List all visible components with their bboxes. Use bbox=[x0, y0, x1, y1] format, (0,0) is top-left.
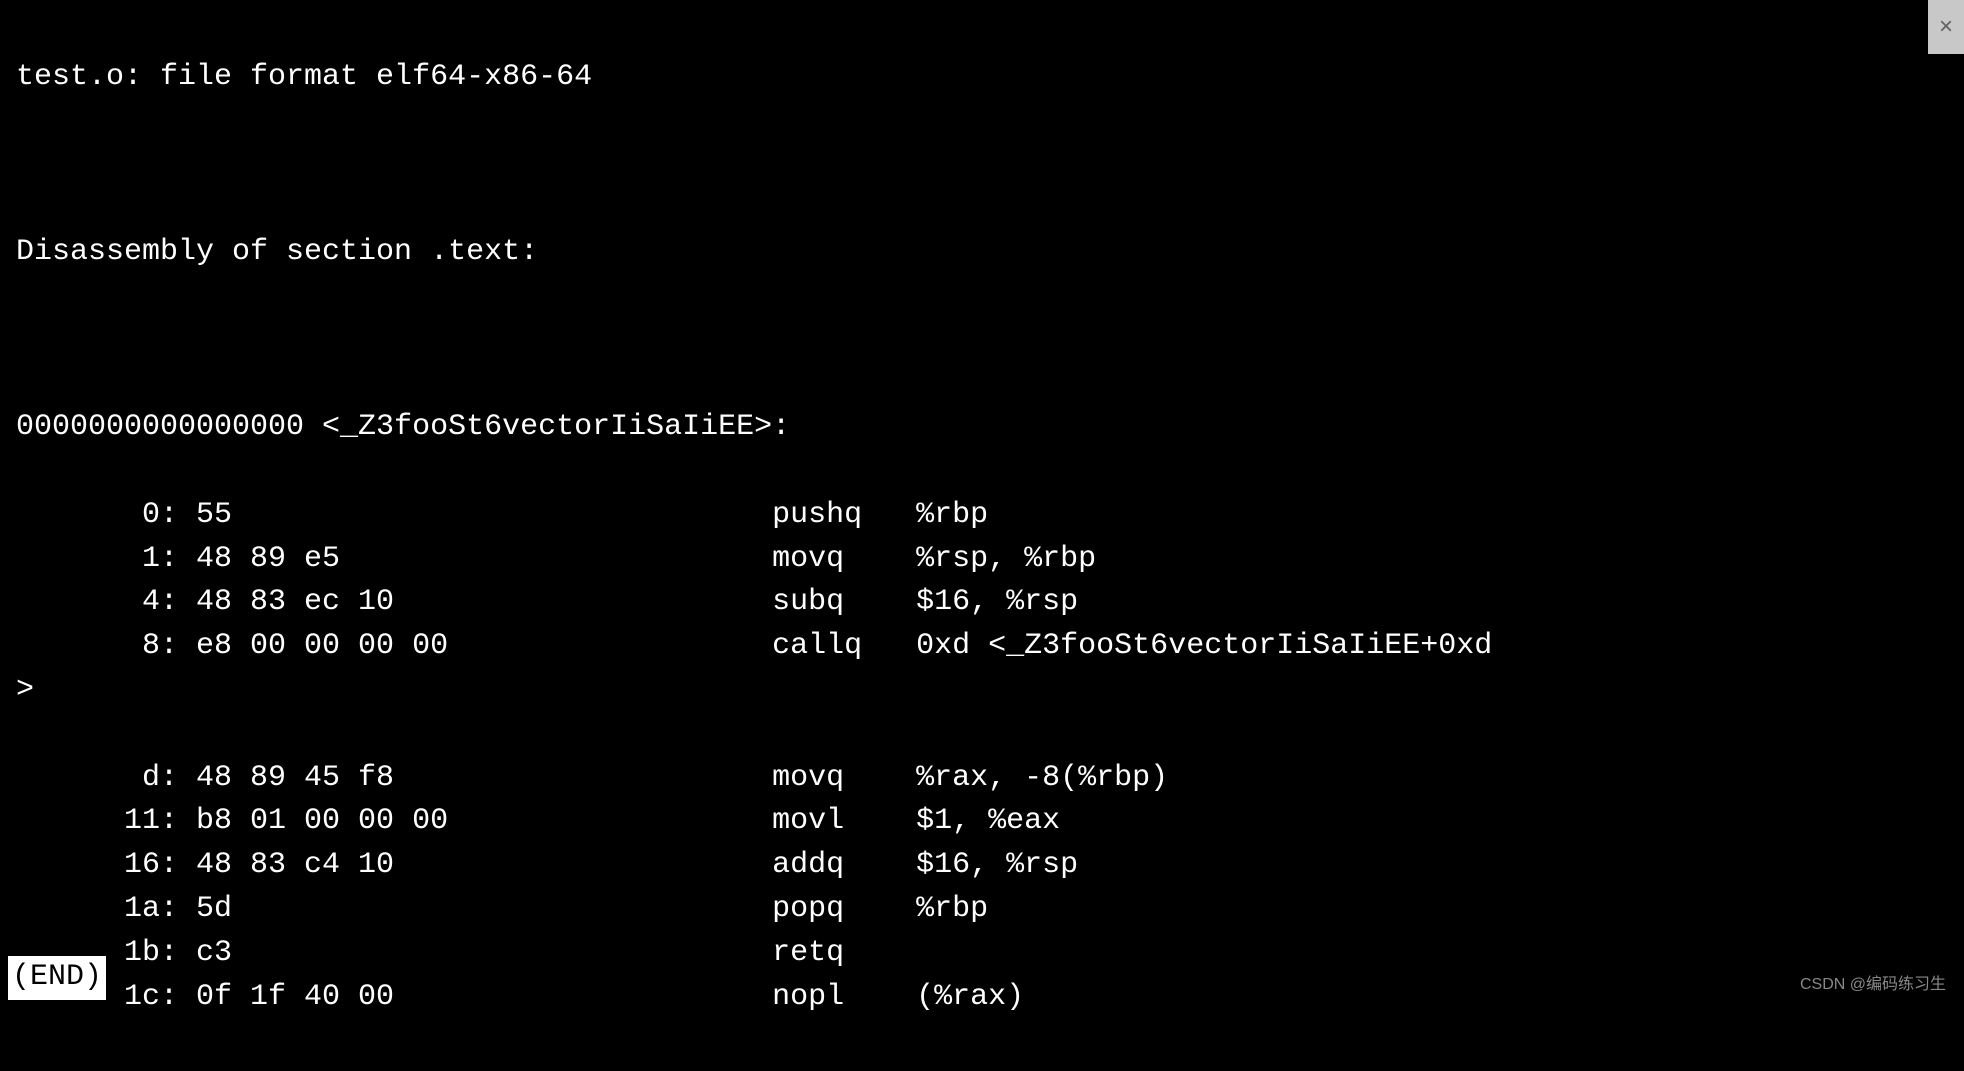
symbol-line: 0000000000000000 <_Z3fooSt6vectorIiSaIiE… bbox=[16, 406, 1956, 450]
file-format-line: test.o: file format elf64-x86-64 bbox=[16, 56, 1956, 100]
disasm-row: 8: e8 00 00 00 00 callq 0xd <_Z3fooSt6ve… bbox=[16, 625, 1956, 669]
instruction-rows: 0: 55 pushq %rbp 1: 48 89 e5 movq %rsp, … bbox=[16, 494, 1956, 1020]
wrap-continuation: > bbox=[16, 669, 1956, 713]
disasm-row: 1a: 5d popq %rbp bbox=[16, 888, 1956, 932]
blank bbox=[16, 713, 1956, 757]
pager-end-marker: (END) bbox=[8, 956, 106, 1000]
watermark: CSDN @编码练习生 bbox=[1800, 973, 1946, 996]
disasm-row: 16: 48 83 c4 10 addq $16, %rsp bbox=[16, 844, 1956, 888]
disasm-row: 1c: 0f 1f 40 00 nopl (%rax) bbox=[16, 976, 1956, 1020]
close-icon: × bbox=[1939, 9, 1953, 44]
blank bbox=[16, 143, 1956, 187]
disasm-row: 11: b8 01 00 00 00 movl $1, %eax bbox=[16, 800, 1956, 844]
disasm-row: 1b: c3 retq bbox=[16, 932, 1956, 976]
blank bbox=[16, 319, 1956, 363]
section-heading: Disassembly of section .text: bbox=[16, 231, 1956, 275]
disasm-row: 4: 48 83 ec 10 subq $16, %rsp bbox=[16, 581, 1956, 625]
close-button[interactable]: × bbox=[1928, 0, 1964, 54]
disasm-row: 0: 55 pushq %rbp bbox=[16, 494, 1956, 538]
disasm-row: 1: 48 89 e5 movq %rsp, %rbp bbox=[16, 538, 1956, 582]
disasm-row: d: 48 89 45 f8 movq %rax, -8(%rbp) bbox=[16, 757, 1956, 801]
terminal-output: test.o: file format elf64-x86-64 Disasse… bbox=[0, 0, 1964, 1071]
